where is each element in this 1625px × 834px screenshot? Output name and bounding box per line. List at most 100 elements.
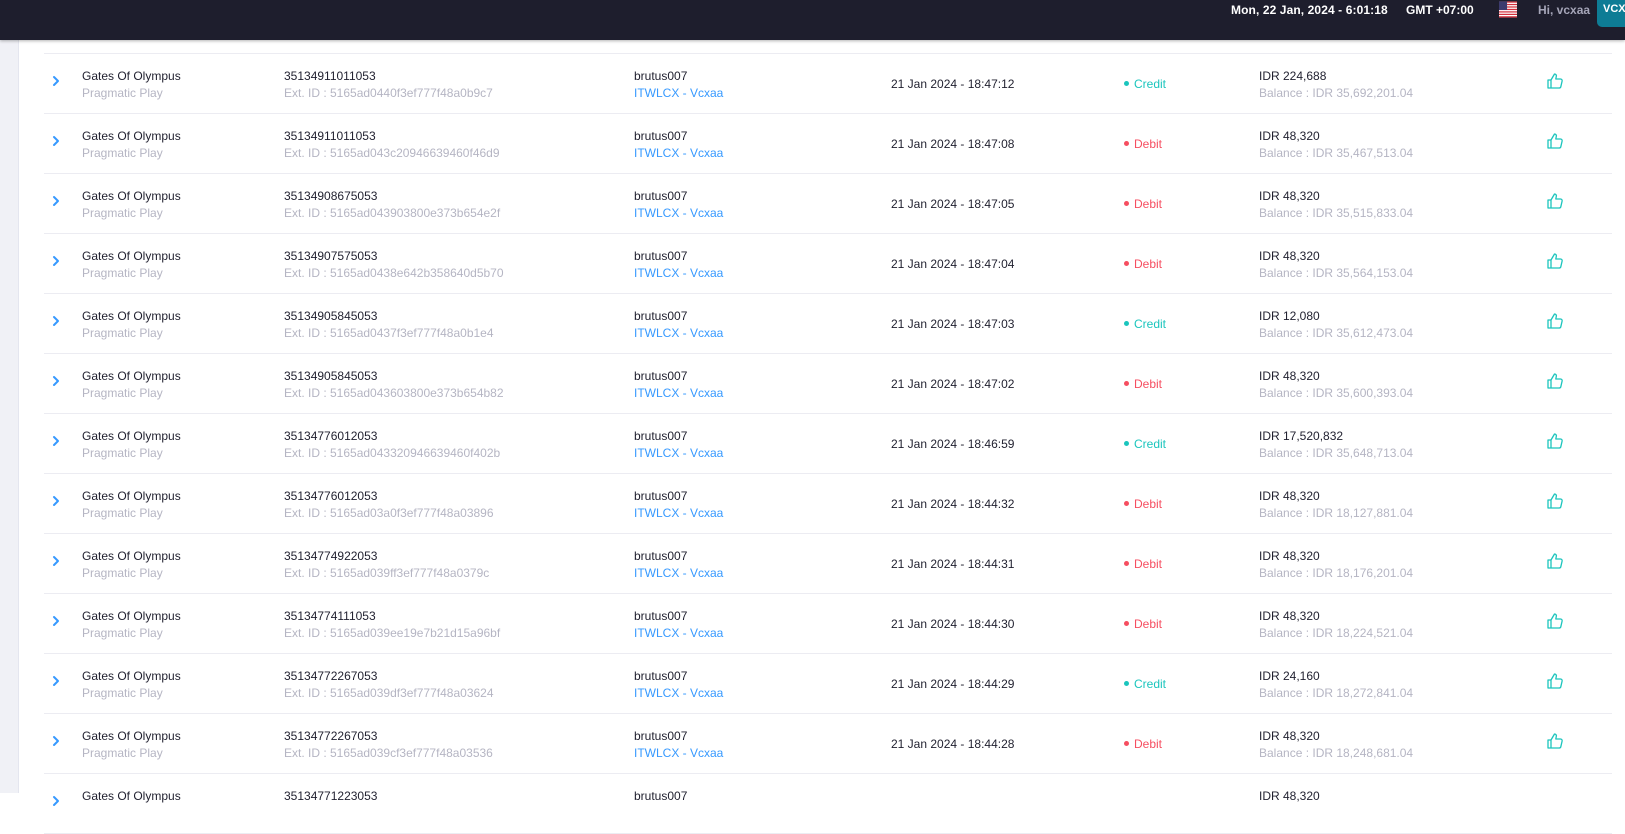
transaction-amount: IDR 48,320 — [1259, 249, 1320, 263]
table-row: Gates Of Olympus Pragmatic Play 3513477492… — [44, 534, 1612, 594]
status-dot-icon — [1124, 621, 1129, 627]
expand-chevron-icon[interactable] — [49, 314, 63, 328]
us-flag-icon[interactable] — [1499, 1, 1517, 18]
transaction-time: 21 Jan 2024 - 18:47:03 — [891, 317, 1015, 331]
transaction-type-label: Credit — [1134, 437, 1167, 451]
round-id: 35134772267053 — [284, 669, 378, 683]
provider-name: Pragmatic Play — [82, 386, 163, 400]
expand-chevron-icon[interactable] — [49, 134, 63, 148]
agent-link[interactable]: ITWLCX - Vcxaa — [634, 506, 723, 520]
balance-after: Balance : IDR 18,127,881.04 — [1259, 506, 1414, 520]
thumbs-up-icon[interactable] — [1546, 312, 1564, 330]
expand-chevron-icon[interactable] — [49, 194, 63, 208]
expand-chevron-icon[interactable] — [49, 734, 63, 748]
agent-link[interactable]: ITWLCX - Vcxaa — [634, 626, 723, 640]
balance-after: Balance : IDR 35,648,713.04 — [1259, 446, 1414, 460]
transaction-type-badge: Debit — [1124, 137, 1162, 151]
transaction-amount: IDR 48,320 — [1259, 609, 1320, 623]
external-id: Ext. ID : 5165ad043c20946639460f46d9 — [284, 146, 500, 160]
expand-chevron-icon[interactable] — [49, 254, 63, 268]
transaction-type-badge: Debit — [1124, 197, 1162, 211]
transaction-type-label: Debit — [1134, 737, 1163, 751]
player-username: brutus007 — [634, 789, 688, 803]
transaction-time: 21 Jan 2024 - 18:44:30 — [891, 617, 1015, 631]
thumbs-up-icon[interactable] — [1546, 192, 1564, 210]
transaction-type-badge: Credit — [1124, 437, 1166, 451]
balance-after: Balance : IDR 18,224,521.04 — [1259, 626, 1414, 640]
expand-chevron-icon[interactable] — [49, 434, 63, 448]
table-row: Gates Of Olympus Pragmatic Play 3513477226… — [44, 714, 1612, 774]
external-id: Ext. ID : 5165ad039ff3ef777f48a0379c — [284, 566, 490, 580]
expand-chevron-icon[interactable] — [49, 74, 63, 88]
provider-name: Pragmatic Play — [82, 326, 163, 340]
player-username: brutus007 — [634, 549, 688, 563]
table-row: Gates Of Olympus Pragmatic Play 3513490867… — [44, 174, 1612, 234]
transaction-type-label: Debit — [1134, 497, 1163, 511]
game-name: Gates Of Olympus — [82, 69, 181, 83]
user-avatar[interactable]: VCX — [1597, 0, 1625, 27]
agent-link[interactable]: ITWLCX - Vcxaa — [634, 566, 723, 580]
balance-after: Balance : IDR 35,612,473.04 — [1259, 326, 1414, 340]
player-username: brutus007 — [634, 129, 688, 143]
expand-chevron-icon[interactable] — [49, 494, 63, 508]
table-row: Gates Of Olympus Pragmatic Play 3513490584… — [44, 294, 1612, 354]
table-row: Gates Of Olympus Pragmatic Play 3513477411… — [44, 594, 1612, 654]
status-dot-icon — [1124, 141, 1129, 147]
game-name: Gates Of Olympus — [82, 789, 181, 803]
transaction-type-label: Debit — [1134, 377, 1163, 391]
thumbs-up-icon[interactable] — [1546, 492, 1564, 510]
external-id: Ext. ID : 5165ad039ee19e7b21d15a96bf — [284, 626, 501, 640]
balance-after: Balance : IDR 35,467,513.04 — [1259, 146, 1414, 160]
transaction-amount: IDR 48,320 — [1259, 489, 1320, 503]
agent-link[interactable]: ITWLCX - Vcxaa — [634, 86, 723, 100]
thumbs-up-icon[interactable] — [1546, 672, 1564, 690]
expand-chevron-icon[interactable] — [49, 794, 63, 808]
transaction-amount: IDR 224,688 — [1259, 69, 1327, 83]
transaction-type-label: Debit — [1134, 197, 1163, 211]
agent-link[interactable]: ITWLCX - Vcxaa — [634, 266, 723, 280]
transaction-time: 21 Jan 2024 - 18:47:08 — [891, 137, 1015, 151]
transaction-time: 21 Jan 2024 - 18:47:04 — [891, 257, 1015, 271]
thumbs-up-icon[interactable] — [1546, 612, 1564, 630]
agent-link[interactable]: ITWLCX - Vcxaa — [634, 146, 723, 160]
provider-name: Pragmatic Play — [82, 626, 163, 640]
user-greeting[interactable]: Hi, vcxaa — [1538, 3, 1590, 17]
transaction-type-label: Credit — [1134, 317, 1167, 331]
thumbs-up-icon[interactable] — [1546, 552, 1564, 570]
expand-chevron-icon[interactable] — [49, 614, 63, 628]
balance-after: Balance : IDR 18,272,841.04 — [1259, 686, 1414, 700]
external-id: Ext. ID : 5165ad039df3ef777f48a03624 — [284, 686, 494, 700]
expand-chevron-icon[interactable] — [49, 674, 63, 688]
agent-link[interactable]: ITWLCX - Vcxaa — [634, 326, 723, 340]
agent-link[interactable]: ITWLCX - Vcxaa — [634, 206, 723, 220]
transaction-amount: IDR 48,320 — [1259, 549, 1320, 563]
current-date-time: Mon, 22 Jan, 2024 - 6:01:18 — [1231, 3, 1388, 17]
agent-link[interactable]: ITWLCX - Vcxaa — [634, 446, 723, 460]
expand-chevron-icon[interactable] — [49, 374, 63, 388]
agent-link[interactable]: ITWLCX - Vcxaa — [634, 746, 723, 760]
table-row: Gates Of Olympus Pragmatic Play 3513491101… — [44, 54, 1612, 114]
thumbs-up-icon[interactable] — [1546, 72, 1564, 90]
transaction-amount: IDR 12,080 — [1259, 309, 1320, 323]
transaction-type-label: Debit — [1134, 557, 1163, 571]
table-row: Gates Of Olympus Pragmatic Play 3513491101… — [44, 114, 1612, 174]
transaction-type-badge: Debit — [1124, 497, 1162, 511]
expand-chevron-icon[interactable] — [49, 554, 63, 568]
table-row: Gates Of Olympus Pragmatic Play 3513490584… — [44, 354, 1612, 414]
transaction-time: 21 Jan 2024 - 18:47:02 — [891, 377, 1015, 391]
thumbs-up-icon[interactable] — [1546, 732, 1564, 750]
thumbs-up-icon[interactable] — [1546, 132, 1564, 150]
player-username: brutus007 — [634, 429, 688, 443]
game-name: Gates Of Olympus — [82, 609, 181, 623]
player-username: brutus007 — [634, 309, 688, 323]
thumbs-up-icon[interactable] — [1546, 432, 1564, 450]
agent-link[interactable]: ITWLCX - Vcxaa — [634, 686, 723, 700]
transaction-time: 21 Jan 2024 - 18:44:32 — [891, 497, 1015, 511]
agent-link[interactable]: ITWLCX - Vcxaa — [634, 386, 723, 400]
round-id: 35134905845053 — [284, 369, 378, 383]
round-id: 35134774111053 — [284, 609, 376, 623]
transaction-time: 21 Jan 2024 - 18:46:59 — [891, 437, 1015, 451]
thumbs-up-icon[interactable] — [1546, 372, 1564, 390]
round-id: 35134911011053 — [284, 69, 376, 83]
thumbs-up-icon[interactable] — [1546, 252, 1564, 270]
